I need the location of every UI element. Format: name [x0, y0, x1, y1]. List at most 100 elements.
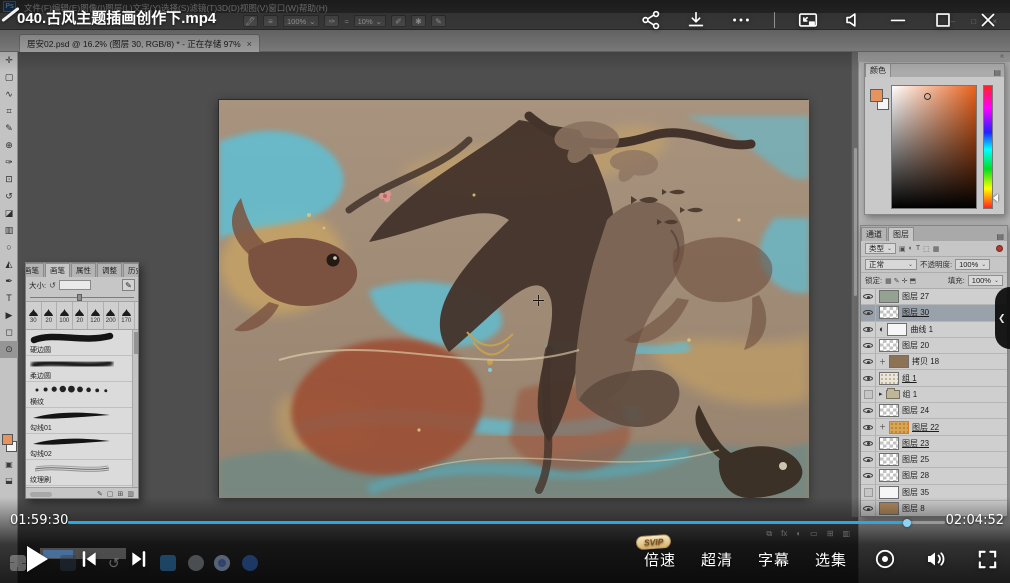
layer-list: 图层 27图层 30◐曲线 1图层 20＋拷贝 18组 1▸组 1图层 24＋图…: [861, 289, 1007, 517]
pip-icon[interactable]: [796, 8, 820, 32]
pressure-size-icon: ✎: [431, 15, 446, 27]
brush-preset-item: 硬边圆: [26, 330, 138, 356]
layer-visibility-toggle: [861, 322, 876, 337]
document-tab: 居安02.psd @ 16.2% (图层 30, RGB/8) * - 正在存储…: [19, 34, 260, 52]
layer-filter-select: 类型⌄: [865, 243, 896, 254]
layer-name: 组 1: [902, 373, 917, 384]
icon-divider: [774, 12, 775, 28]
layer-visibility-toggle: [861, 468, 876, 483]
minimize-icon[interactable]: [886, 8, 910, 32]
canvas-vertical-scrollbar: [851, 52, 858, 517]
airbrush-icon: ✐: [391, 15, 406, 27]
brush-preset-item: 横纹: [26, 382, 138, 408]
side-drawer-handle[interactable]: ❮: [995, 287, 1010, 349]
more-icon[interactable]: [729, 8, 753, 32]
brush-tip-preset: 200: [104, 302, 120, 329]
capture-target-icon[interactable]: [872, 546, 898, 572]
quick-mask-icon: ▣: [0, 460, 18, 469]
panel-collapse-strip: «: [858, 52, 1010, 62]
player-control-bar: ↺ SVIP 倍速 超清 字幕 选集: [0, 535, 1010, 583]
tool-pen: ✒: [0, 273, 18, 290]
brush-panel-tab: 属性: [71, 263, 96, 277]
edit-brush-icon: ✎: [122, 279, 135, 291]
tool-path-select: ▶: [0, 307, 18, 324]
tool-brush: ✑: [0, 154, 18, 171]
taskbar-ghost-icon: [188, 555, 204, 571]
tool-heal: ⊕: [0, 137, 18, 154]
brush-footer-slider: [30, 492, 52, 497]
tool-move: ✛: [0, 52, 18, 69]
layer-row: 组 1: [861, 370, 1007, 386]
tab-color: 颜色: [865, 63, 891, 77]
lock-label: 锁定:: [865, 275, 882, 286]
tool-shape: ◻: [0, 324, 18, 341]
quality-button[interactable]: 超清: [701, 549, 733, 570]
speed-button[interactable]: SVIP 倍速: [644, 549, 676, 570]
listen-mode-icon[interactable]: [841, 8, 865, 32]
layer-visibility-toggle: [861, 485, 876, 500]
brush-preset-item: 纹理刷: [26, 460, 138, 486]
fullscreen-button[interactable]: [974, 546, 1000, 572]
foreground-color-swatch: [2, 434, 13, 445]
layer-name: 图层 30: [902, 307, 929, 318]
tool-eyedropper: ✎: [0, 120, 18, 137]
layer-row: 图层 24: [861, 403, 1007, 419]
tool-blur: ○: [0, 239, 18, 256]
previous-episode-button[interactable]: [76, 546, 102, 572]
layer-row: ＋图层 22: [861, 419, 1007, 435]
layer-row: 图层 35: [861, 485, 1007, 501]
brush-list: 硬边圆柔边圆横纹勾线01勾线02纹理刷: [26, 330, 138, 487]
brush-mode-icon: ≡: [263, 15, 278, 27]
progress-bar[interactable]: [68, 521, 945, 524]
layer-row: ＋拷贝 18: [861, 354, 1007, 370]
tool-marquee: ▢: [0, 69, 18, 86]
brush-list-scrollbar: [132, 330, 138, 487]
layer-name: 图层 22: [912, 422, 939, 433]
layer-name: 图层 24: [902, 405, 929, 416]
total-duration: 02:04:52: [946, 513, 1004, 528]
video-player-window: Ps 文件(F)编辑(E)图像(I)图层(L)文字(Y)选择(S)滤镜(T)3D…: [0, 0, 1010, 583]
menu-item: 视图(V): [240, 3, 268, 13]
saturation-brightness-field: [891, 85, 977, 209]
screen-mode-icon: ⬓: [0, 476, 18, 485]
layer-row: 图层 20: [861, 338, 1007, 354]
tab-layers: 图层: [888, 227, 914, 241]
fill-label: 填充:: [948, 275, 965, 286]
flow-select: 10%⌄: [354, 15, 386, 27]
volume-icon[interactable]: [923, 546, 949, 572]
brush-panel-tab: 历史: [123, 263, 138, 277]
layer-name: 图层 25: [902, 454, 929, 465]
panel-menu-icon: ▤: [996, 232, 1007, 241]
layer-opacity-select: 100%⌄: [955, 259, 990, 270]
brush-panel-tab: 画笔: [26, 263, 44, 277]
episodes-button[interactable]: 选集: [815, 549, 847, 570]
taskbar-ghost-icon: [242, 555, 258, 571]
brush-size-label: 大小:: [29, 280, 46, 291]
artwork-canvas: [218, 99, 808, 497]
download-icon[interactable]: [684, 8, 708, 32]
tool-type: T: [0, 290, 18, 307]
next-episode-button[interactable]: [126, 546, 152, 572]
brush-tip-preset: 120: [88, 302, 104, 329]
artwork-illustration: [219, 100, 809, 498]
brush-size-slider: [30, 293, 134, 301]
maximize-icon[interactable]: [931, 8, 955, 32]
subtitles-button[interactable]: 字幕: [758, 549, 790, 570]
brush-tip-preset: 30: [26, 302, 42, 329]
tool-eraser: ◪: [0, 205, 18, 222]
close-icon[interactable]: [976, 8, 1000, 32]
fill-select: 100%⌄: [968, 275, 1003, 286]
layer-visibility-toggle: [861, 289, 876, 304]
reset-icon: ↺: [49, 281, 56, 290]
tab-channels: 通道: [861, 227, 887, 241]
brush-preset-item: 柔边圆: [26, 356, 138, 382]
taskbar-ghost-icon: [160, 555, 176, 571]
svip-badge: SVIP: [635, 533, 671, 549]
opacity-select: 100%⌄: [283, 15, 319, 27]
progress-handle[interactable]: [903, 519, 911, 527]
player-top-icon-bar: [639, 8, 1000, 32]
play-button[interactable]: [22, 543, 52, 575]
layer-row: 图层 28: [861, 468, 1007, 484]
filter-toggle-dot: [996, 245, 1003, 252]
share-icon[interactable]: [639, 8, 663, 32]
